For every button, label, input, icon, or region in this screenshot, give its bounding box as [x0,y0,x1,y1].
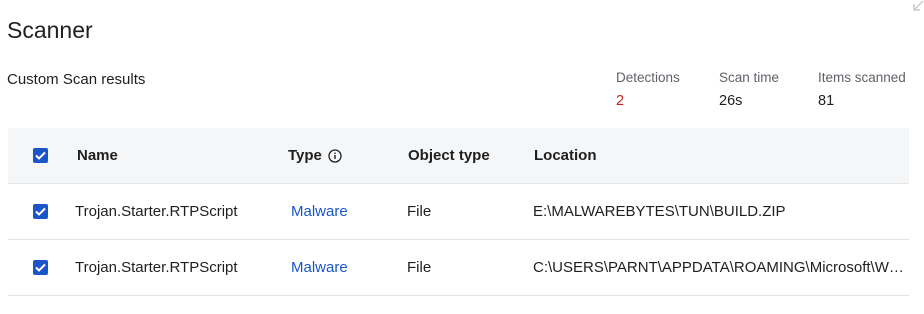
column-header-type-label: Type [288,147,322,164]
select-all-checkbox[interactable] [33,148,48,163]
location-path: E:\MALWAREBYTES\TUN\BUILD.ZIP [533,203,786,220]
row-checkbox[interactable] [33,204,48,219]
detections-label: Detections [616,70,680,85]
column-header-name[interactable]: Name [77,128,118,183]
location-path: C:\USERS\PARNT\APPDATA\ROAMING\Microsoft… [533,259,907,276]
row-checkbox[interactable] [33,260,48,275]
location-cell: E:\MALWAREBYTES\TUN\BUILD.ZIP [533,184,907,239]
items-scanned-stat: Items scanned 81 [818,70,906,109]
table-row[interactable]: Trojan.Starter.RTPScript Malware File E:… [8,184,909,240]
info-icon[interactable] [328,148,342,163]
scan-time-stat: Scan time 26s [719,70,779,109]
threat-name: Trojan.Starter.RTPScript [75,259,238,276]
detections-value: 2 [616,93,625,109]
collapse-arrow-icon[interactable] [908,0,924,14]
column-header-location[interactable]: Location [534,128,908,183]
object-type: File [407,203,432,220]
scan-time-label: Scan time [719,70,780,85]
scan-results-subtitle: Custom Scan results [7,71,146,88]
scanner-panel: Scanner Custom Scan results Detections 2… [0,0,924,314]
items-scanned-label: Items scanned [818,70,906,85]
threat-name: Trojan.Starter.RTPScript [75,203,238,220]
page-title: Scanner [7,17,93,43]
column-header-type[interactable]: Type [288,128,342,183]
scan-time-value: 26s [719,93,743,109]
results-table: Name Type Object type Location Trojan.St… [8,128,909,296]
threat-type-link[interactable]: Malware [291,259,348,276]
row-select-cell [33,184,48,239]
checkbox-checked-icon [35,263,46,272]
items-scanned-value: 81 [818,93,835,109]
row-select-cell [33,240,48,295]
checkbox-checked-icon [35,207,46,216]
object-type: File [407,259,432,276]
table-header: Name Type Object type Location [8,128,909,184]
detections-stat: Detections 2 [616,70,680,109]
select-all-cell [33,128,48,183]
threat-type-cell: Malware [291,240,348,295]
threat-type-link[interactable]: Malware [291,203,348,220]
location-cell: C:\USERS\PARNT\APPDATA\ROAMING\Microsoft… [533,240,907,295]
threat-type-cell: Malware [291,184,348,239]
table-row[interactable]: Trojan.Starter.RTPScript Malware File C:… [8,240,909,296]
column-header-object-type[interactable]: Object type [408,128,490,183]
checkbox-checked-icon [35,151,46,160]
